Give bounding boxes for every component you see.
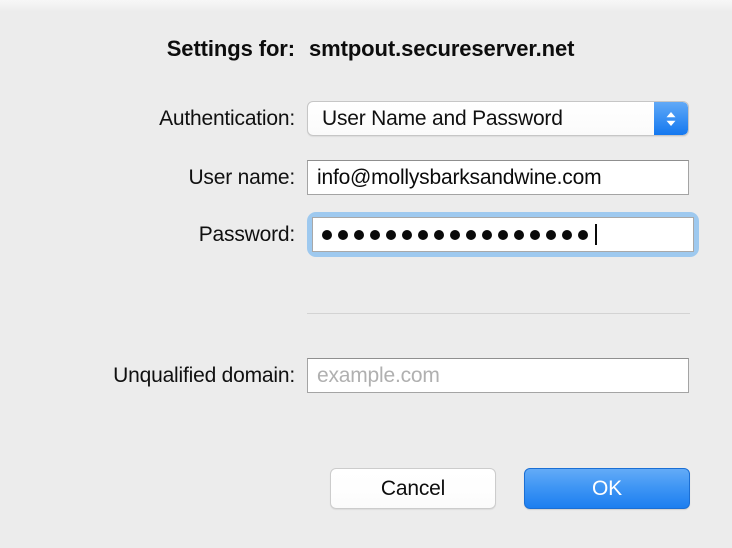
password-dot: [338, 229, 348, 240]
password-dot: [354, 229, 364, 240]
dialog-button-bar: Cancel OK: [0, 468, 732, 509]
authentication-popup-button[interactable]: User Name and Password: [307, 101, 689, 136]
section-divider: [307, 313, 690, 314]
user-name-row: User name: info@mollysbarksandwine.com: [0, 160, 732, 195]
ok-button[interactable]: OK: [524, 468, 690, 509]
password-dot: [578, 229, 588, 240]
password-dot: [370, 229, 380, 240]
text-caret: [595, 224, 597, 245]
user-name-control: info@mollysbarksandwine.com: [307, 160, 689, 195]
password-label: Password:: [198, 222, 295, 246]
password-dot: [530, 229, 540, 240]
password-dot: [514, 229, 524, 240]
password-dot: [402, 229, 412, 240]
authentication-label: Authentication:: [159, 106, 295, 130]
password-dot: [546, 229, 556, 240]
password-dot: [434, 229, 444, 240]
password-masked-value: [313, 224, 597, 245]
dialog-title-row: Settings for: smtpout.secureserver.net: [0, 36, 732, 62]
settings-for-label: Settings for:: [166, 36, 295, 61]
password-dot: [482, 229, 492, 240]
unqualified-domain-input[interactable]: example.com: [307, 358, 689, 393]
user-name-label: User name:: [188, 165, 295, 189]
password-focus-ring: [307, 212, 699, 257]
password-dot: [418, 229, 428, 240]
unqualified-domain-placeholder: example.com: [317, 363, 440, 387]
user-name-value: info@mollysbarksandwine.com: [317, 165, 602, 189]
password-dot: [450, 229, 460, 240]
password-row: Password:: [0, 212, 732, 257]
authentication-row: Authentication: User Name and Password: [0, 101, 732, 136]
unqualified-domain-control: example.com: [307, 358, 689, 393]
cancel-button[interactable]: Cancel: [330, 468, 496, 509]
password-dot: [498, 229, 508, 240]
server-hostname: smtpout.secureserver.net: [309, 36, 575, 61]
chevron-up-down-icon[interactable]: [654, 102, 688, 135]
password-control: [307, 212, 699, 257]
password-dot: [466, 229, 476, 240]
unqualified-domain-row: Unqualified domain: example.com: [0, 358, 732, 393]
password-input[interactable]: [312, 217, 694, 252]
authentication-control: User Name and Password: [307, 101, 689, 136]
password-dot: [322, 229, 332, 240]
authentication-selected-value: User Name and Password: [322, 106, 563, 130]
unqualified-domain-label: Unqualified domain:: [113, 363, 295, 387]
password-dot: [562, 229, 572, 240]
user-name-input[interactable]: info@mollysbarksandwine.com: [307, 160, 689, 195]
password-dot: [386, 229, 396, 240]
settings-dialog: Settings for: smtpout.secureserver.net A…: [0, 0, 732, 548]
